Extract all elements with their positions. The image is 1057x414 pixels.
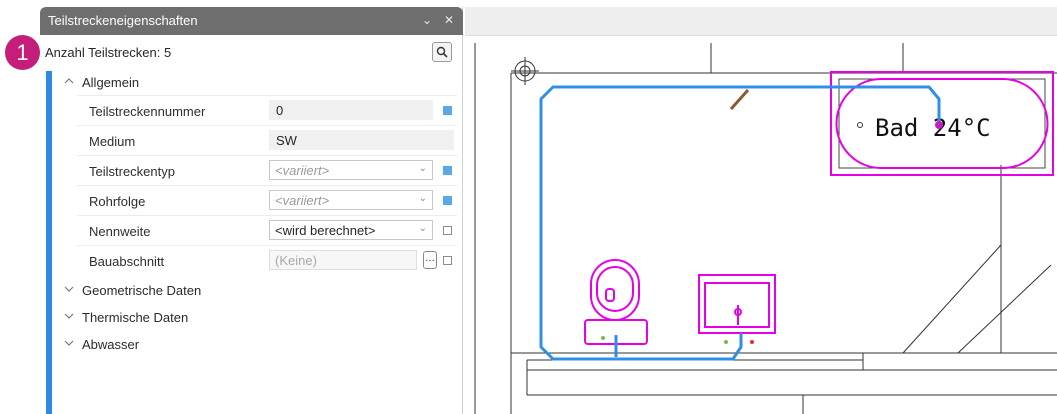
step-badge: 1 (5, 35, 40, 70)
panel-titlebar: Teilstreckeneigenschaften ⌄ ✕ (40, 7, 463, 35)
prop-name: Rohrfolge (89, 194, 146, 209)
pipe-marker (729, 88, 750, 111)
group-allgemein[interactable]: Allgemein (52, 71, 452, 95)
properties-panel: Teilstreckeneigenschaften ⌄ ✕ Anzahl Tei… (40, 7, 463, 414)
connection-dot (750, 340, 754, 344)
prop-value: <variiert> (275, 193, 330, 208)
pipe-endpoint (935, 121, 943, 129)
chevron-down-icon (64, 340, 74, 346)
group-label: Allgemein (82, 75, 140, 90)
flag-indicator[interactable] (443, 196, 452, 205)
prop-value: SW (276, 133, 297, 148)
prop-name: Medium (89, 134, 136, 149)
prop-row-medium: Medium SW (77, 125, 457, 155)
flag-indicator[interactable] (443, 226, 452, 235)
prop-row-teilstreckennummer: Teilstreckennummer 0 (77, 95, 457, 125)
prop-value: <variiert> (275, 163, 330, 178)
prop-row-rohrfolge: Rohrfolge <variiert> ⌄ (77, 185, 457, 215)
prop-value-field[interactable]: SW (269, 130, 454, 150)
prop-name: Teilstreckentyp (89, 164, 175, 179)
drain-icon (857, 122, 863, 128)
prop-dropdown[interactable]: <variiert> ⌄ (269, 190, 433, 210)
column-marker (511, 57, 539, 85)
chevron-down-icon: ⌄ (418, 193, 427, 204)
chevron-up-icon (64, 78, 74, 84)
group-abwasser[interactable]: Abwasser (52, 333, 452, 357)
selection-accent-bar (46, 71, 52, 414)
connection-dot (724, 340, 728, 344)
prop-name: Nennweite (89, 224, 151, 239)
chevron-down-icon (64, 286, 74, 292)
cad-drawing-canvas[interactable]: Bad 24°C (463, 35, 1057, 414)
prop-dropdown[interactable]: <wird berechnet> ⌄ (269, 220, 433, 240)
toilet[interactable] (584, 259, 648, 345)
group-label: Geometrische Daten (82, 283, 202, 298)
group-thermische-daten[interactable]: Thermische Daten (52, 306, 452, 330)
prop-row-bauabschnitt: Bauabschnitt (Keine) … (77, 245, 457, 275)
group-label: Thermische Daten (82, 310, 189, 325)
prop-dropdown: (Keine) (269, 250, 417, 270)
close-icon[interactable]: ✕ (441, 12, 457, 28)
prop-value: <wird berechnet> (275, 223, 376, 238)
prop-value: 0 (276, 103, 284, 118)
chevron-down-icon (64, 313, 74, 319)
flag-indicator[interactable] (443, 166, 452, 175)
search-button[interactable] (432, 42, 452, 62)
prop-name: Bauabschnitt (89, 254, 165, 269)
chevron-down-icon: ⌄ (418, 223, 427, 234)
flag-indicator[interactable] (443, 256, 452, 265)
flag-indicator[interactable] (443, 106, 452, 115)
room-label: Bad 24°C (875, 114, 991, 142)
group-geometrische-daten[interactable]: Geometrische Daten (52, 279, 452, 303)
collapse-icon[interactable]: ⌄ (419, 12, 435, 28)
ellipsis-button[interactable]: … (423, 251, 437, 269)
group-label: Abwasser (82, 337, 140, 352)
washbasin[interactable] (698, 274, 776, 334)
magnifier-icon (436, 46, 448, 58)
prop-value-field[interactable]: 0 (269, 100, 433, 120)
prop-row-nennweite: Nennweite <wird berechnet> ⌄ (77, 215, 457, 245)
prop-value: (Keine) (275, 253, 317, 268)
panel-title: Teilstreckeneigenschaften (48, 13, 198, 28)
segment-count-label: Anzahl Teilstrecken: 5 (45, 45, 172, 60)
canvas-tabstrip (465, 7, 1057, 36)
prop-dropdown[interactable]: <variiert> ⌄ (269, 160, 433, 180)
connection-dot (601, 336, 605, 340)
chevron-down-icon: ⌄ (418, 163, 427, 174)
prop-row-teilstreckentyp: Teilstreckentyp <variiert> ⌄ (77, 155, 457, 185)
prop-name: Teilstreckennummer (89, 104, 206, 119)
